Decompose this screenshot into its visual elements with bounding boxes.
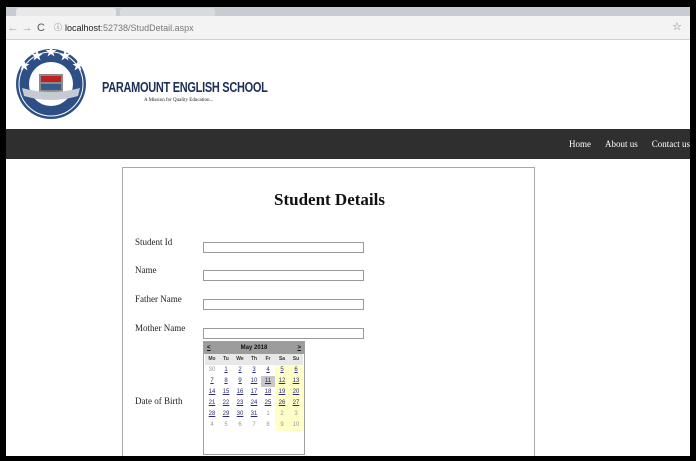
calendar-day[interactable]: 6 xyxy=(289,365,303,376)
student-id-label: Student Id xyxy=(135,237,173,247)
calendar-day[interactable]: 6 xyxy=(233,420,247,431)
calendar-day[interactable]: 30 xyxy=(205,365,219,376)
calendar-day-of-week: Mo xyxy=(205,354,219,365)
nav-about-us[interactable]: About us xyxy=(605,139,638,149)
calendar-day[interactable]: 31 xyxy=(247,409,261,420)
nav-contact-us[interactable]: Contact us xyxy=(652,139,690,149)
calendar-day[interactable]: 7 xyxy=(247,420,261,431)
reload-icon[interactable]: C xyxy=(34,22,48,34)
calendar-day-of-week: Fr xyxy=(261,354,275,365)
calendar-day[interactable]: 18 xyxy=(261,387,275,398)
calendar-day[interactable]: 27 xyxy=(289,398,303,409)
calendar-day[interactable]: 1 xyxy=(219,365,233,376)
url-host: localhost xyxy=(65,22,101,33)
calendar-day[interactable]: 25 xyxy=(261,398,275,409)
calendar-day[interactable]: 4 xyxy=(205,420,219,431)
star-icon[interactable]: ☆ xyxy=(672,20,682,33)
calendar-day[interactable]: 7 xyxy=(205,376,219,387)
calendar-day[interactable]: 20 xyxy=(289,387,303,398)
mother-name-input[interactable] xyxy=(203,328,364,339)
calendar-day[interactable]: 14 xyxy=(205,387,219,398)
calendar-day[interactable]: 2 xyxy=(233,365,247,376)
calendar-day[interactable]: 21 xyxy=(205,398,219,409)
calendar-day-of-week: Su xyxy=(289,354,303,365)
calendar-day-of-week: Sa xyxy=(275,354,289,365)
student-details-panel: Student Details Student Id Name Father N… xyxy=(122,167,535,456)
calendar-grid: Mo Tu We Th Fr Sa Su 30 1 2 3 4 5 6 7 8 9 10 11 12 13 14 15 16 1… xyxy=(205,354,304,431)
student-id-input[interactable] xyxy=(203,242,364,253)
father-name-label: Father Name xyxy=(135,294,182,304)
calendar-day[interactable]: 4 xyxy=(261,365,275,376)
calendar-day-of-week: We xyxy=(233,354,247,365)
name-input[interactable] xyxy=(203,270,364,281)
calendar-day[interactable]: 28 xyxy=(205,409,219,420)
calendar-day[interactable]: 2 xyxy=(275,409,289,420)
browser-tab[interactable] xyxy=(120,8,215,16)
nav-home[interactable]: Home xyxy=(569,139,591,149)
name-label: Name xyxy=(135,265,157,275)
calendar-day[interactable]: 9 xyxy=(233,376,247,387)
calendar-day[interactable]: 23 xyxy=(233,398,247,409)
calendar-day[interactable]: 9 xyxy=(275,420,289,431)
calendar-day[interactable]: 11 xyxy=(261,376,275,387)
browser-tab[interactable] xyxy=(16,8,116,16)
calendar-prev-month[interactable]: < xyxy=(207,345,211,351)
calendar-day[interactable]: 5 xyxy=(219,420,233,431)
calendar-day[interactable]: 30 xyxy=(233,409,247,420)
school-name: PARAMOUNT ENGLISH SCHOOL xyxy=(102,80,268,97)
top-navbar: Home About us Contact us xyxy=(6,129,690,159)
calendar-day[interactable]: 8 xyxy=(219,376,233,387)
calendar-day[interactable]: 22 xyxy=(219,398,233,409)
browser-window: ← → C ⓘ localhost :52738/StudDetail.aspx… xyxy=(0,0,696,461)
site-header: PARAMOUNT ENGLISH SCHOOL A Mission for Q… xyxy=(6,40,690,130)
calendar-day[interactable]: 1 xyxy=(261,409,275,420)
calendar-day[interactable]: 3 xyxy=(289,409,303,420)
calendar-day[interactable]: 17 xyxy=(247,387,261,398)
father-name-input[interactable] xyxy=(203,299,364,310)
school-tagline: A Mission for Quality Education... xyxy=(144,98,214,103)
calendar-day[interactable]: 8 xyxy=(261,420,275,431)
calendar-day[interactable]: 5 xyxy=(275,365,289,376)
calendar-day-of-week: Tu xyxy=(219,354,233,365)
calendar-day[interactable]: 10 xyxy=(289,420,303,431)
calendar-day-of-week: Th xyxy=(247,354,261,365)
arrow-left-icon[interactable]: ← xyxy=(6,22,20,34)
calendar-day[interactable]: 26 xyxy=(275,398,289,409)
mother-name-label: Mother Name xyxy=(135,323,186,333)
calendar-day[interactable]: 3 xyxy=(247,365,261,376)
calendar-month-title: May 2018 xyxy=(240,345,268,351)
calendar-header: < May 2018 > xyxy=(204,342,304,354)
calendar-day[interactable]: 10 xyxy=(247,376,261,387)
page-title: Student Details xyxy=(274,190,385,209)
calendar-next-month[interactable]: > xyxy=(297,345,301,351)
dob-calendar[interactable]: < May 2018 > Mo Tu We Th Fr Sa Su 30 1 2 3 4 5 6 7 8 9 10… xyxy=(203,341,305,455)
dob-label: Date of Birth xyxy=(135,396,183,406)
url-field[interactable]: ⓘ localhost :52738/StudDetail.aspx xyxy=(54,22,194,33)
calendar-day[interactable]: 19 xyxy=(275,387,289,398)
url-path: :52738/StudDetail.aspx xyxy=(100,22,194,33)
tab-strip xyxy=(6,7,690,16)
calendar-day[interactable]: 15 xyxy=(219,387,233,398)
nav-links: Home About us Contact us xyxy=(555,129,690,159)
school-logo[interactable] xyxy=(12,40,90,122)
calendar-day[interactable]: 13 xyxy=(289,376,303,387)
calendar-day[interactable]: 24 xyxy=(247,398,261,409)
calendar-day[interactable]: 29 xyxy=(219,409,233,420)
info-icon[interactable]: ⓘ xyxy=(54,22,62,33)
address-bar-row: ← → C ⓘ localhost :52738/StudDetail.aspx… xyxy=(6,16,690,40)
calendar-day[interactable]: 12 xyxy=(275,376,289,387)
arrow-right-icon[interactable]: → xyxy=(20,22,34,34)
calendar-day[interactable]: 16 xyxy=(233,387,247,398)
